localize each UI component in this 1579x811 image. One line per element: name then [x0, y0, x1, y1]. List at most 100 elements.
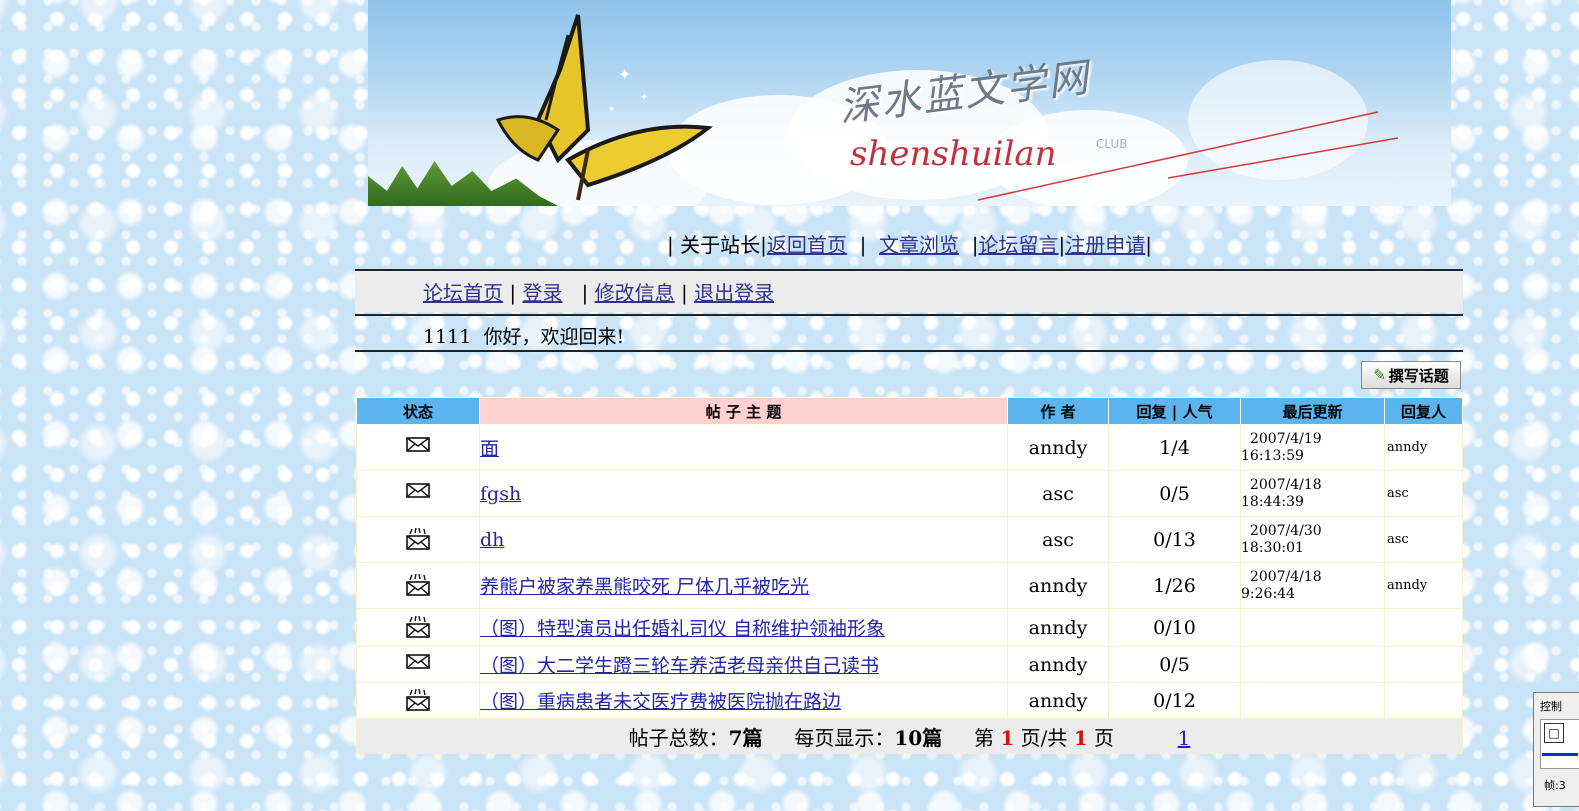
topic-author: anndy: [1007, 608, 1109, 647]
envelope-icon: [406, 482, 430, 500]
forum-home-link[interactable]: 论坛首页: [423, 281, 503, 305]
edit-info-link[interactable]: 修改信息: [595, 281, 675, 305]
total-label: 帖子总数：: [628, 725, 729, 750]
topic-stats: 0/5: [1108, 470, 1241, 517]
page-prefix: 第: [974, 725, 994, 750]
pagination-row: 帖子总数：7篇 每页显示：10篇 第 1 页/共 1 页 1: [356, 718, 1463, 754]
topic-table: 状态 帖 子 主 题 作 者 回复 | 人气 最后更新 回复人 面 anndy 1/…: [356, 397, 1463, 754]
nav-home-link[interactable]: 返回首页: [767, 233, 847, 257]
topic-stats: 0/10: [1108, 608, 1241, 647]
page-link-1[interactable]: 1: [1178, 726, 1191, 750]
welcome-message: 你好，欢迎回来!: [483, 326, 625, 348]
topic-title-link[interactable]: 面: [480, 438, 499, 460]
update-date: 2007/4/30: [1249, 522, 1322, 539]
svg-text:✦: ✦: [640, 92, 648, 103]
welcome-bar: 1111 你好，欢迎回来!: [355, 314, 1463, 352]
update-date: 2007/4/19: [1249, 430, 1322, 447]
welcome-username: 1111: [423, 326, 472, 348]
topic-replier: asc: [1384, 470, 1463, 517]
topic-last-update: [1240, 682, 1385, 719]
per-page-label: 每页显示：: [794, 725, 895, 750]
update-time: 18:30:01: [1241, 539, 1304, 556]
topic-last-update: 2007/4/19 16:13:59: [1240, 424, 1385, 471]
envelope-icon: [406, 653, 430, 671]
table-row: fgsh asc 0/5 2007/4/18 18:44:39 asc: [356, 470, 1463, 517]
svg-text:✦: ✦: [618, 65, 631, 84]
new-topic-label: 撰写话题: [1388, 366, 1449, 385]
table-row: （图）大二学生蹬三轮车养活老母亲供自己读书 anndy 0/5: [356, 646, 1463, 683]
topic-last-update: 2007/4/30 18:30:01: [1240, 516, 1385, 563]
topic-replier: asc: [1384, 516, 1463, 563]
topic-replier: [1384, 646, 1463, 683]
page-mid: 页/共: [1020, 725, 1068, 750]
control-panel-title: 控制: [1540, 700, 1562, 713]
forum-nav-bar: 论坛首页 | 登录 | 修改信息 | 退出登录: [355, 269, 1463, 312]
topic-author: anndy: [1007, 646, 1109, 683]
topic-replier: anndy: [1384, 562, 1463, 609]
header-subject: 帖 子 主 题: [479, 397, 1008, 425]
login-link[interactable]: 登录: [522, 281, 562, 305]
site-subtitle: CLUB: [1096, 137, 1128, 151]
control-panel-button[interactable]: □: [1544, 723, 1564, 743]
page-suffix: 页: [1094, 725, 1115, 750]
table-row: dh asc 0/13 2007/4/30 18:30:01 asc: [356, 516, 1463, 563]
total-value: 7篇: [728, 725, 763, 750]
topic-title-link[interactable]: fgsh: [480, 483, 521, 505]
frame-label: 帧:3: [1544, 779, 1566, 792]
new-topic-button[interactable]: ✎ 撰写话题: [1361, 361, 1461, 389]
topic-replier: anndy: [1384, 424, 1463, 471]
topic-stats: 1/4: [1108, 424, 1241, 471]
nav-forum-msg-link[interactable]: 论坛留言: [978, 233, 1058, 257]
control-progress-bar: [1542, 753, 1578, 756]
topic-stats: 0/13: [1108, 516, 1241, 563]
table-header-row: 状态 帖 子 主 题 作 者 回复 | 人气 最后更新 回复人: [356, 397, 1463, 425]
per-page-value: 10篇: [894, 725, 943, 750]
hot-envelope-icon: [406, 574, 430, 596]
table-row: （图）特型演员出任婚礼司仪 自称维护领袖形象 anndy 0/10: [356, 608, 1463, 647]
topic-replier: [1384, 682, 1463, 719]
total-pages: 1: [1073, 725, 1088, 750]
site-banner: ✦ ✦ ✦ 深水蓝文学网 shenshuilan CLUB: [368, 0, 1451, 206]
header-status: 状态: [356, 397, 480, 425]
topic-stats: 0/5: [1108, 646, 1241, 683]
topic-author: asc: [1007, 470, 1109, 517]
control-panel: 控制 □ 帧:3: [1533, 692, 1579, 807]
header-replies: 回复 | 人气: [1108, 397, 1241, 425]
nav-articles-link[interactable]: 文章浏览: [879, 233, 959, 257]
header-replier: 回复人: [1384, 397, 1463, 425]
topic-author: anndy: [1007, 424, 1109, 471]
update-time: 9:26:44: [1241, 585, 1295, 602]
topic-title-link[interactable]: 养熊户被家养黑熊咬死 尸体几乎被吃光: [480, 576, 809, 598]
topic-stats: 0/12: [1108, 682, 1241, 719]
topic-author: anndy: [1007, 682, 1109, 719]
topic-last-update: 2007/4/18 18:44:39: [1240, 470, 1385, 517]
hot-envelope-icon: [406, 528, 430, 550]
update-time: 16:13:59: [1241, 447, 1304, 464]
site-title-en: shenshuilan: [850, 134, 1057, 174]
update-date: 2007/4/18: [1249, 476, 1322, 493]
topic-title-link[interactable]: （图）重病患者未交医疗费被医院抛在路边: [480, 691, 841, 713]
topic-last-update: [1240, 608, 1385, 647]
table-row: 面 anndy 1/4 2007/4/19 16:13:59 anndy: [356, 424, 1463, 471]
hot-envelope-icon: [406, 616, 430, 638]
topic-replier: [1384, 608, 1463, 647]
topic-title-link[interactable]: （图）大二学生蹬三轮车养活老母亲供自己读书: [480, 655, 879, 677]
update-date: 2007/4/18: [1249, 568, 1322, 585]
topic-stats: 1/26: [1108, 562, 1241, 609]
logout-link[interactable]: 退出登录: [694, 281, 774, 305]
current-page: 1: [1000, 725, 1015, 750]
nav-about: 关于站长: [680, 233, 761, 257]
topic-last-update: [1240, 646, 1385, 683]
topic-author: anndy: [1007, 562, 1109, 609]
hot-envelope-icon: [406, 689, 430, 711]
pencil-icon: ✎: [1373, 366, 1386, 384]
update-time: 18:44:39: [1241, 493, 1304, 510]
topic-last-update: 2007/4/18 9:26:44: [1240, 562, 1385, 609]
topic-title-link[interactable]: （图）特型演员出任婚礼司仪 自称维护领袖形象: [480, 618, 885, 640]
topic-title-link[interactable]: dh: [480, 529, 504, 551]
header-author: 作 者: [1007, 397, 1109, 425]
envelope-icon: [406, 436, 430, 454]
svg-text:✦: ✦: [608, 105, 616, 115]
nav-register-link[interactable]: 注册申请: [1065, 233, 1145, 257]
header-last-update: 最后更新: [1240, 397, 1385, 425]
